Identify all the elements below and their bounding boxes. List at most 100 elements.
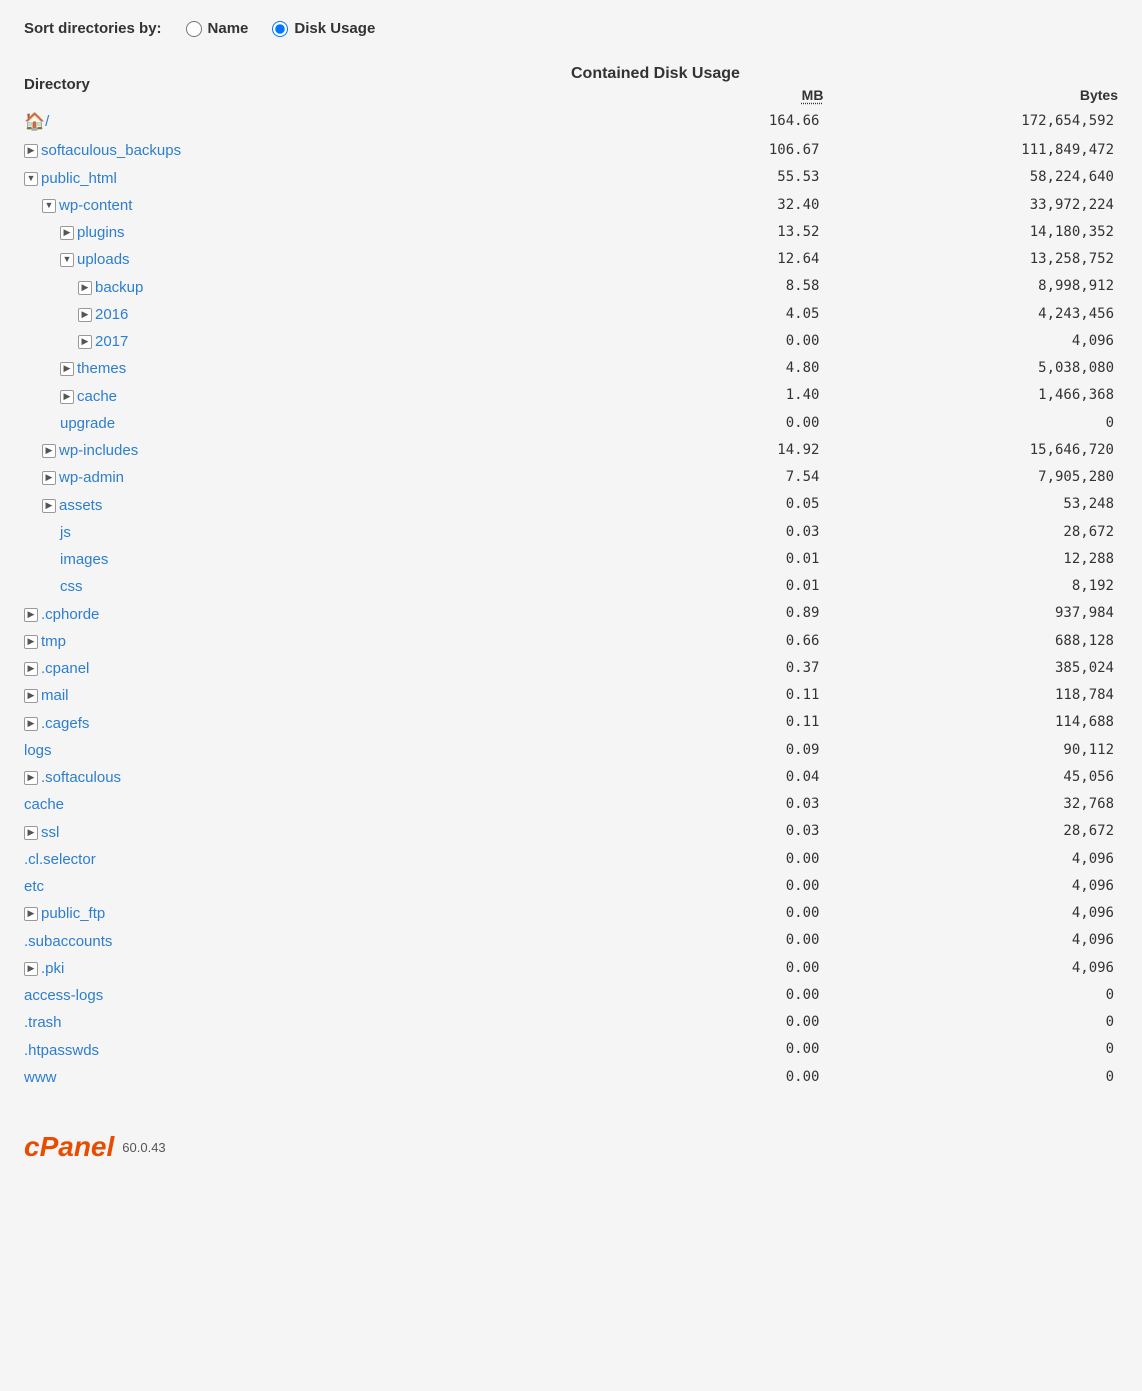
dir-link[interactable]: upgrade [60, 415, 115, 432]
dir-link[interactable]: wp-admin [59, 469, 124, 486]
dir-link[interactable]: ssl [41, 824, 59, 841]
cpanel-footer: cPanel 60.0.43 [24, 1131, 1118, 1163]
mb-cell: 32.40 [571, 192, 823, 219]
collapse-toggle[interactable]: ▼ [24, 172, 38, 186]
dir-link[interactable]: .softaculous [41, 769, 121, 786]
mb-cell: 0.00 [571, 900, 823, 927]
dir-link[interactable]: wp-includes [59, 442, 138, 459]
sort-disk-radio[interactable] [272, 21, 288, 37]
bytes-cell: 0 [823, 410, 1118, 437]
expand-toggle[interactable]: ▶ [24, 771, 38, 785]
expand-toggle[interactable]: ▶ [42, 499, 56, 513]
dir-cell: images [24, 546, 571, 573]
expand-toggle[interactable]: ▶ [60, 362, 74, 376]
dir-link[interactable]: 2016 [95, 306, 128, 323]
dir-cell: ▶2016 [24, 301, 571, 328]
dir-link[interactable]: public_ftp [41, 905, 105, 922]
dir-cell: ▶tmp [24, 628, 571, 655]
dir-cell: ▶ssl [24, 819, 571, 846]
dir-link[interactable]: .cpanel [41, 660, 89, 677]
dir-link[interactable]: .pki [41, 960, 64, 977]
bytes-cell: 13,258,752 [823, 246, 1118, 273]
cpanel-logo-c: c [24, 1131, 40, 1162]
disk-usage-table: Directory Contained Disk Usage MB Bytes … [24, 65, 1118, 1091]
dir-cell: ▶plugins [24, 219, 571, 246]
expand-toggle[interactable]: ▶ [24, 717, 38, 731]
expand-toggle[interactable]: ▶ [78, 308, 92, 322]
dir-link[interactable]: assets [59, 497, 102, 514]
expand-toggle[interactable]: ▶ [24, 907, 38, 921]
mb-cell: 4.05 [571, 301, 823, 328]
dir-link[interactable]: tmp [41, 633, 66, 650]
expand-toggle[interactable]: ▶ [60, 226, 74, 240]
dir-cell: css [24, 573, 571, 600]
dir-link[interactable]: logs [24, 742, 52, 759]
dir-link[interactable]: 2017 [95, 333, 128, 350]
bytes-cell: 4,096 [823, 900, 1118, 927]
expand-toggle[interactable]: ▶ [24, 635, 38, 649]
col-header-dir: Directory [24, 65, 571, 107]
bytes-cell: 53,248 [823, 492, 1118, 519]
sort-name-option[interactable]: Name [186, 20, 249, 37]
dir-link[interactable]: wp-content [59, 197, 132, 214]
dir-link[interactable]: mail [41, 687, 69, 704]
mb-cell: 0.00 [571, 1009, 823, 1036]
dir-link[interactable]: softaculous_backups [41, 142, 181, 159]
mb-cell: 0.09 [571, 737, 823, 764]
dir-link[interactable]: cache [77, 388, 117, 405]
mb-cell: 55.53 [571, 165, 823, 192]
expand-toggle[interactable]: ▶ [78, 335, 92, 349]
dir-link[interactable]: .cphorde [41, 606, 99, 623]
dir-link[interactable]: backup [95, 279, 143, 296]
mb-cell: 0.00 [571, 982, 823, 1009]
bytes-cell: 45,056 [823, 764, 1118, 791]
sort-disk-label[interactable]: Disk Usage [294, 20, 375, 37]
expand-toggle[interactable]: ▶ [24, 689, 38, 703]
expand-toggle[interactable]: ▶ [78, 281, 92, 295]
expand-toggle[interactable]: ▶ [60, 390, 74, 404]
mb-cell: 164.66 [571, 107, 823, 137]
dir-link[interactable]: plugins [77, 224, 125, 241]
dir-link[interactable]: etc [24, 878, 44, 895]
dir-cell: ▼public_html [24, 165, 571, 192]
expand-toggle[interactable]: ▶ [42, 471, 56, 485]
dir-link[interactable]: cache [24, 796, 64, 813]
collapse-toggle[interactable]: ▼ [60, 253, 74, 267]
sort-bar: Sort directories by: Name Disk Usage [24, 20, 1118, 37]
dir-link[interactable]: / [45, 113, 49, 130]
sort-disk-option[interactable]: Disk Usage [272, 20, 375, 37]
mb-cell: 0.66 [571, 628, 823, 655]
dir-link[interactable]: images [60, 551, 108, 568]
expand-toggle[interactable]: ▶ [24, 826, 38, 840]
expand-toggle[interactable]: ▶ [42, 444, 56, 458]
expand-toggle[interactable]: ▶ [24, 144, 38, 158]
collapse-toggle[interactable]: ▼ [42, 199, 56, 213]
dir-link[interactable]: public_html [41, 170, 117, 187]
dir-cell: ▶.cpanel [24, 655, 571, 682]
table-row: ▶cache1.401,466,368 [24, 383, 1118, 410]
table-row: .subaccounts0.004,096 [24, 928, 1118, 955]
dir-cell: ▶public_ftp [24, 900, 571, 927]
bytes-cell: 114,688 [823, 710, 1118, 737]
dir-link[interactable]: uploads [77, 251, 130, 268]
expand-toggle[interactable]: ▶ [24, 662, 38, 676]
dir-cell: ▶.cphorde [24, 601, 571, 628]
dir-link[interactable]: .cagefs [41, 715, 89, 732]
dir-link[interactable]: css [60, 578, 83, 595]
home-icon: 🏠 [24, 112, 45, 131]
dir-link[interactable]: .cl.selector [24, 851, 96, 868]
dir-link[interactable]: www [24, 1069, 57, 1086]
dir-link[interactable]: .subaccounts [24, 933, 112, 950]
dir-link[interactable]: .trash [24, 1014, 62, 1031]
dir-link[interactable]: themes [77, 360, 126, 377]
sort-name-radio[interactable] [186, 21, 202, 37]
dir-link[interactable]: .htpasswds [24, 1042, 99, 1059]
dir-link[interactable]: access-logs [24, 987, 103, 1004]
bytes-cell: 33,972,224 [823, 192, 1118, 219]
dir-link[interactable]: js [60, 524, 71, 541]
expand-toggle[interactable]: ▶ [24, 608, 38, 622]
expand-toggle[interactable]: ▶ [24, 962, 38, 976]
sort-name-label[interactable]: Name [208, 20, 249, 37]
dir-cell: ▼uploads [24, 246, 571, 273]
dir-cell: access-logs [24, 982, 571, 1009]
